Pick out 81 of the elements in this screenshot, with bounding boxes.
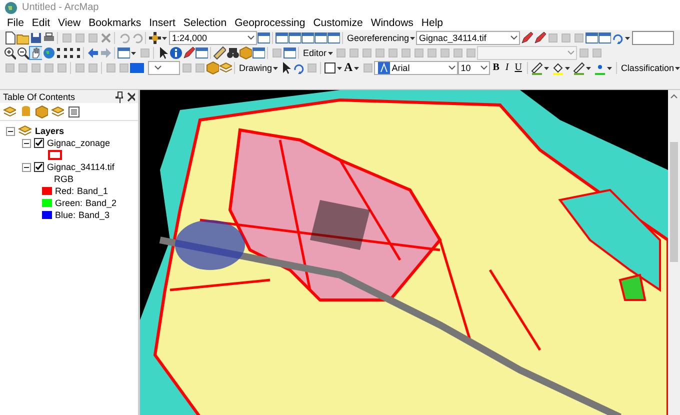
pin-icon[interactable] bbox=[113, 90, 123, 104]
zoom-out-icon[interactable] bbox=[16, 46, 29, 60]
fixed-zoom-icon[interactable] bbox=[55, 46, 68, 60]
pan-hand-icon[interactable] bbox=[29, 46, 42, 60]
band-channel: Red: bbox=[55, 186, 74, 196]
window-icon[interactable] bbox=[283, 46, 296, 60]
text-tool[interactable]: A bbox=[344, 60, 353, 75]
band-channel: Blue: bbox=[55, 210, 76, 220]
menu-item[interactable]: View bbox=[54, 16, 85, 28]
window-icon[interactable] bbox=[327, 30, 340, 44]
band-channel: Green: bbox=[55, 198, 83, 208]
renderer-label: RGB bbox=[54, 174, 74, 184]
format-button[interactable]: B bbox=[490, 62, 502, 73]
info-icon[interactable] bbox=[169, 46, 182, 60]
toolbar-menu[interactable]: Georeferencing bbox=[345, 32, 410, 42]
menu-item[interactable]: Insert bbox=[145, 16, 180, 28]
band-name: Band_2 bbox=[86, 198, 117, 208]
layers-icon[interactable] bbox=[18, 124, 32, 138]
collapse-icon[interactable] bbox=[22, 138, 31, 148]
layer-name[interactable]: Gignac_34114.tif bbox=[47, 162, 114, 172]
checkbox[interactable] bbox=[34, 138, 44, 148]
collapse-icon[interactable] bbox=[6, 126, 15, 136]
options-icon[interactable] bbox=[67, 104, 80, 118]
close-icon[interactable] bbox=[125, 90, 135, 104]
panel-title: Table Of Contents bbox=[3, 92, 76, 102]
cube-icon[interactable] bbox=[35, 104, 48, 118]
cube-icon[interactable] bbox=[206, 60, 219, 74]
window-icon[interactable] bbox=[252, 46, 265, 60]
font-icon[interactable] bbox=[376, 60, 390, 74]
fill-color-icon[interactable] bbox=[550, 60, 564, 74]
zoom-in-icon[interactable] bbox=[3, 46, 16, 60]
ruler-icon[interactable] bbox=[213, 46, 226, 60]
dropdown-field[interactable] bbox=[148, 60, 180, 74]
toolbar-menu[interactable]: Classification bbox=[618, 62, 674, 72]
layer-dropdown[interactable]: Gignac_34114.tif bbox=[416, 30, 520, 44]
layer-name[interactable]: Gignac_zonage bbox=[47, 138, 110, 148]
window-icon[interactable] bbox=[195, 46, 208, 60]
band-name: Band_1 bbox=[77, 186, 108, 196]
layers-icon[interactable] bbox=[51, 104, 64, 118]
line-color-icon[interactable] bbox=[572, 60, 585, 74]
rectangle-icon[interactable] bbox=[323, 60, 336, 74]
format-button[interactable]: U bbox=[512, 62, 525, 73]
app-globe-icon bbox=[4, 0, 18, 14]
menu-item[interactable]: Bookmarks bbox=[84, 16, 146, 28]
map-drawing[interactable] bbox=[140, 90, 668, 415]
back-arrow-icon[interactable] bbox=[86, 46, 99, 60]
band-name: Band_3 bbox=[78, 210, 110, 220]
menu-item[interactable]: Customize bbox=[309, 16, 367, 28]
window-icon[interactable] bbox=[288, 30, 301, 44]
globe-icon[interactable] bbox=[42, 46, 55, 60]
scrollbar-thumb[interactable] bbox=[670, 142, 678, 262]
menu-item[interactable]: Geoprocessing bbox=[230, 16, 310, 28]
font-dropdown[interactable]: Arial bbox=[374, 60, 458, 74]
font-color-icon[interactable] bbox=[530, 60, 543, 74]
layers-icon[interactable] bbox=[219, 60, 232, 74]
toolbar-menu[interactable]: Drawing bbox=[237, 62, 272, 72]
text-field[interactable] bbox=[632, 30, 674, 44]
window-icon[interactable] bbox=[301, 30, 314, 44]
toolbar-menu[interactable]: Editor bbox=[301, 48, 327, 58]
new-file-icon[interactable] bbox=[3, 30, 16, 44]
menu-item[interactable]: Selection bbox=[179, 16, 231, 28]
binoculars-icon[interactable] bbox=[226, 46, 239, 60]
vertical-scrollbar[interactable] bbox=[668, 90, 680, 415]
pen-icon[interactable] bbox=[182, 46, 195, 60]
fixed-zoom-icon[interactable] bbox=[68, 46, 81, 60]
dropdown-field[interactable] bbox=[476, 46, 577, 60]
window-title: Untitled - ArcMap bbox=[22, 2, 99, 13]
menu-item[interactable]: Edit bbox=[28, 16, 54, 28]
add-data-icon[interactable] bbox=[148, 30, 161, 44]
window-icon[interactable] bbox=[314, 30, 327, 44]
collapse-icon[interactable] bbox=[22, 162, 31, 172]
checkbox[interactable] bbox=[34, 162, 44, 172]
save-icon[interactable] bbox=[29, 30, 42, 44]
window-icon[interactable] bbox=[275, 30, 288, 44]
format-button[interactable]: I bbox=[502, 62, 512, 73]
menu-item[interactable]: Windows bbox=[366, 16, 418, 28]
data-frame-name[interactable]: Layers bbox=[35, 126, 64, 136]
cube-icon[interactable] bbox=[239, 46, 252, 60]
menu-item[interactable]: Help bbox=[417, 16, 448, 28]
font-size-dropdown[interactable]: 10 bbox=[458, 60, 490, 74]
menu-item[interactable]: File bbox=[3, 16, 28, 28]
